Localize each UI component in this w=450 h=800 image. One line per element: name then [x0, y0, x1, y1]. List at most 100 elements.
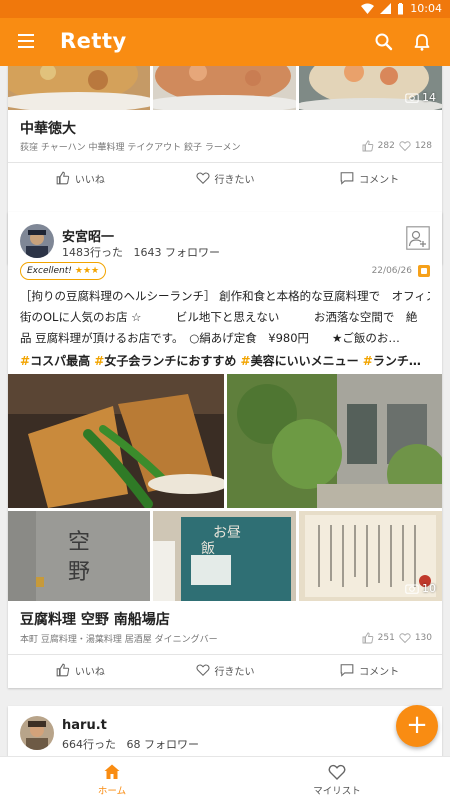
heart-icon — [195, 172, 210, 184]
add-post-button[interactable]: + — [396, 705, 438, 747]
hashtag[interactable]: 美容にいいメニュー — [251, 354, 359, 368]
user-name[interactable]: haru.t — [62, 718, 107, 733]
comment-icon — [340, 172, 354, 185]
like-label: いいね — [74, 666, 105, 678]
menu-icon[interactable] — [18, 34, 34, 48]
heart-icon — [399, 141, 411, 152]
visits-label: 行った — [90, 246, 123, 259]
like-button[interactable]: いいね — [8, 162, 153, 194]
want-to-go-button[interactable]: 行きたい — [153, 162, 298, 194]
comment-button[interactable]: コメント — [297, 162, 442, 194]
signal-icon — [380, 3, 392, 14]
status-bar: 10:04 — [0, 0, 450, 18]
like-count: 251 — [377, 633, 395, 643]
thumbs-up-icon — [56, 171, 69, 185]
thumbs-up-icon — [56, 663, 69, 677]
photo-count-label: 10 — [422, 582, 436, 595]
svg-text:空: 空 — [68, 530, 90, 555]
comment-button[interactable]: コメント — [297, 654, 442, 686]
bookmark-icon[interactable] — [418, 265, 430, 277]
food-photo[interactable] — [8, 66, 150, 110]
post-card: 安宮昭一 1483行った 1643 フォロワー Excellent! ★★★ 2… — [8, 212, 442, 688]
battery-icon — [398, 2, 404, 14]
want-count: 130 — [414, 633, 432, 643]
camera-icon — [405, 584, 419, 594]
user-stats: 664行った 68 フォロワー — [62, 736, 199, 752]
store-photo[interactable] — [227, 374, 442, 508]
menu-photo[interactable]: お昼飯 — [153, 511, 296, 601]
svg-text:野: 野 — [68, 560, 90, 585]
food-photo[interactable] — [153, 66, 296, 110]
restaurant-meta: 本町 豆腐料理・湯葉料理 居酒屋 ダイニングバー — [20, 635, 218, 645]
post-date: 22/06/26 — [371, 266, 412, 276]
want-to-go-button[interactable]: 行きたい — [153, 654, 298, 686]
svg-text:飯: 飯 — [201, 540, 215, 557]
hashtag[interactable]: 女子会ランチにおすすめ — [104, 354, 236, 368]
comment-label: コメント — [359, 666, 400, 678]
post-card: haru.t 664行った 68 フォロワー — [8, 706, 442, 756]
nav-home[interactable]: ホーム — [62, 763, 162, 797]
svg-text:お昼: お昼 — [213, 525, 241, 541]
post-stats: 282 128 — [362, 140, 432, 152]
rating-badge: Excellent! ★★★ — [20, 262, 107, 280]
food-photo[interactable]: 14 — [299, 66, 442, 110]
action-bar: いいね 行きたい コメント — [8, 654, 442, 686]
review-text[interactable]: ［拘りの豆腐料理のヘルシーランチ］ 創作和食と本格的な豆腐料理で オフィス 街の… — [20, 286, 430, 349]
heart-icon — [195, 664, 210, 676]
home-icon — [104, 764, 120, 779]
photo-count: 10 — [405, 582, 436, 595]
thumbs-up-icon — [362, 632, 373, 644]
app-bar: Retty — [0, 18, 450, 66]
comment-icon — [340, 664, 354, 677]
nav-mylist-label: マイリスト — [313, 786, 361, 797]
food-photo[interactable] — [8, 374, 224, 508]
badge-stars: ★★★ — [74, 266, 100, 276]
menu-photo[interactable]: 10 — [299, 511, 442, 601]
followers-label: フォロワー — [144, 738, 199, 751]
badge-label: Excellent! — [27, 266, 72, 276]
followers-label: フォロワー — [165, 246, 220, 259]
followers-count: 68 — [126, 738, 141, 751]
like-button[interactable]: いいね — [8, 654, 153, 686]
want-label: 行きたい — [214, 666, 255, 678]
avatar[interactable] — [20, 716, 54, 750]
review-line: 街のOLに人気のお店 ☆ ビル地下と思えない お洒落な空間で 絶 — [20, 310, 418, 324]
hashtag[interactable]: ランチデート — [373, 354, 430, 368]
thumbs-up-icon — [362, 140, 373, 152]
like-count: 282 — [377, 141, 395, 151]
restaurant-meta: 荻窪 チャーハン 中華料理 テイクアウト 餃子 ラーメン — [20, 143, 241, 153]
app-title: Retty — [60, 29, 127, 53]
restaurant-name[interactable]: 中華徳大 — [20, 118, 76, 138]
avatar[interactable] — [20, 224, 54, 258]
user-name[interactable]: 安宮昭一 — [62, 226, 114, 245]
review-line: 品 豆腐料理が頂けるお店です。 ○絹あげ定食 ¥980円 ★ご飯のお… — [20, 331, 400, 345]
photo-count: 14 — [405, 91, 436, 104]
feed[interactable]: 14 中華徳大 荻窪 チャーハン 中華料理 テイクアウト 餃子 ラーメン 282… — [0, 66, 450, 756]
photo-count-label: 14 — [422, 91, 436, 104]
comment-label: コメント — [359, 174, 400, 186]
action-bar: いいね 行きたい コメント — [8, 162, 442, 194]
user-stats: 1483行った 1643 フォロワー — [62, 244, 220, 260]
bell-icon[interactable] — [412, 32, 432, 52]
heart-icon — [399, 633, 411, 644]
restaurant-name[interactable]: 豆腐料理 空野 南船場店 — [20, 609, 170, 629]
like-label: いいね — [74, 174, 105, 186]
visits-label: 行った — [83, 738, 116, 751]
visits-count: 664 — [62, 738, 83, 751]
visits-count: 1483 — [62, 246, 90, 259]
hashtag-list: #コスパ最高 #女子会ランチにおすすめ #美容にいいメニュー #ランチデート … — [20, 352, 430, 369]
want-label: 行きたい — [214, 174, 255, 186]
heart-icon — [328, 764, 346, 780]
clock: 10:04 — [410, 2, 442, 15]
want-count: 128 — [414, 141, 432, 151]
hashtag[interactable]: コスパ最高 — [30, 354, 90, 368]
camera-icon — [405, 93, 419, 103]
wifi-icon — [361, 3, 375, 14]
store-photo[interactable]: 空野 — [8, 511, 150, 601]
search-icon[interactable] — [374, 32, 394, 52]
followers-count: 1643 — [133, 246, 162, 259]
bottom-navigation: ホーム マイリスト — [0, 756, 450, 800]
nav-mylist[interactable]: マイリスト — [287, 763, 387, 797]
follow-user-icon[interactable] — [406, 226, 430, 250]
review-line: ［拘りの豆腐料理のヘルシーランチ］ 創作和食と本格的な豆腐料理で オフィス — [20, 289, 430, 303]
